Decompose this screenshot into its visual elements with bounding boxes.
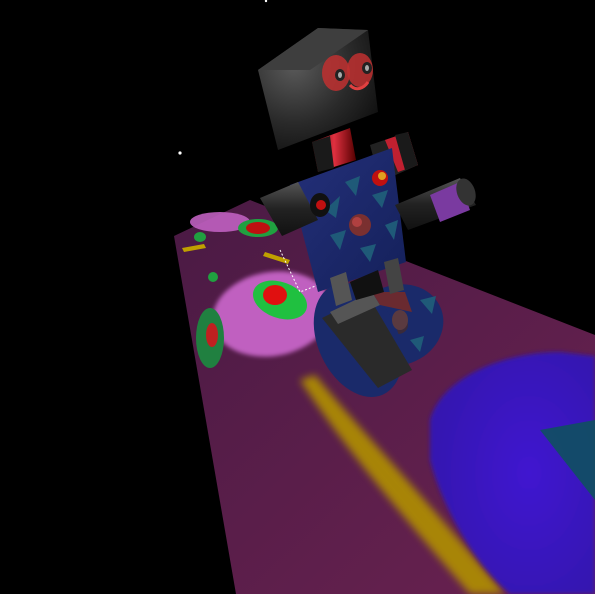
robot-head	[258, 28, 378, 150]
floor-green-dot	[208, 272, 218, 282]
floor-red-spot	[263, 285, 287, 305]
star	[178, 151, 182, 155]
floor-red-spot-far	[246, 222, 270, 234]
game-viewport[interactable]	[0, 0, 595, 594]
robot-right-arm	[395, 178, 476, 230]
floor-green-dot	[194, 232, 206, 242]
scene-canvas	[174, 0, 595, 594]
star	[264, 0, 268, 3]
floor-red-dot	[206, 323, 218, 347]
